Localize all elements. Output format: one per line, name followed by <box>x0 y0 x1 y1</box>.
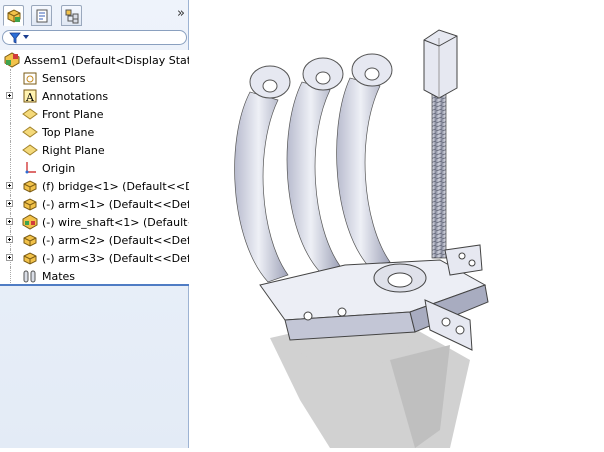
svg-text:A: A <box>25 91 35 104</box>
tree-filter-box[interactable] <box>2 30 187 45</box>
expand-toggle-icon[interactable] <box>6 254 13 261</box>
feature-manager-panel: » Assem1 (Default<Display State Sensors A A… <box>0 0 189 448</box>
tree-item-label: Annotations <box>42 90 109 103</box>
tree-item[interactable]: Right Plane <box>0 141 189 159</box>
chevron-down-icon[interactable] <box>23 35 29 39</box>
tree-item-label: Sensors <box>42 72 86 85</box>
mates-icon <box>23 270 36 283</box>
tree-item[interactable]: (-) arm<2> (Default<<Defa <box>0 231 189 249</box>
tree-item-label: Right Plane <box>42 144 105 157</box>
tree-item[interactable]: (-) arm<1> (Default<<Defa <box>0 195 189 213</box>
tree-divider <box>0 284 189 286</box>
tree-item-label: (-) wire_shaft<1> (Default< <box>42 216 189 229</box>
plane-icon <box>22 144 38 156</box>
tree-connector-line <box>10 267 11 285</box>
part-icon <box>23 234 37 247</box>
tree-item[interactable]: (f) bridge<1> (Default<<De <box>0 177 189 195</box>
tree-connector-line <box>10 105 11 123</box>
property-manager-tab[interactable] <box>31 5 52 26</box>
expand-toggle-icon[interactable] <box>6 218 13 225</box>
tree-item-label: Assem1 (Default<Display State <box>24 54 189 67</box>
tree-item[interactable]: (-) wire_shaft<1> (Default< <box>0 213 189 231</box>
configuration-manager-tab-icon <box>65 9 79 24</box>
tree-item-label: (-) arm<1> (Default<<Defa <box>42 198 189 211</box>
tree-item[interactable]: Sensors <box>0 69 189 87</box>
part-icon <box>23 198 37 211</box>
configuration-manager-tab[interactable] <box>61 5 82 26</box>
tree-connector-line <box>10 141 11 159</box>
arm-component[interactable] <box>286 57 344 273</box>
feature-manager-tab[interactable] <box>3 5 24 26</box>
expand-toggle-icon[interactable] <box>6 182 13 189</box>
tree-connector-line <box>10 69 11 87</box>
arm-component[interactable] <box>234 65 291 283</box>
assembly-3d-model[interactable] <box>190 0 604 448</box>
arm-component[interactable] <box>336 53 393 269</box>
tree-item-label: Origin <box>42 162 76 175</box>
tree-item-label: Front Plane <box>42 108 104 121</box>
annotation-icon: A <box>23 89 37 104</box>
tree-connector-line <box>10 159 11 177</box>
tree-item[interactable]: Top Plane <box>0 123 189 141</box>
tree-item-label: (f) bridge<1> (Default<<De <box>42 180 189 193</box>
plane-icon <box>22 126 38 138</box>
tree-item[interactable]: (-) arm<3> (Default<<Defa <box>0 249 189 267</box>
plane-icon <box>22 108 38 120</box>
subassembly-icon <box>22 214 38 230</box>
tree-item-label: Top Plane <box>42 126 95 139</box>
graphics-viewport[interactable] <box>190 0 604 448</box>
wire-shaft-component[interactable] <box>423 29 458 259</box>
expand-toggle-icon[interactable] <box>6 200 13 207</box>
origin-icon <box>25 162 36 174</box>
expand-toggle-icon[interactable] <box>6 236 13 243</box>
assembly-icon <box>4 52 20 68</box>
part-icon <box>23 180 37 193</box>
tree-item-label: (-) arm<2> (Default<<Defa <box>42 234 189 247</box>
sensor-icon <box>23 72 37 85</box>
feature-manager-tab-icon <box>7 9 21 23</box>
expand-toggle-icon[interactable] <box>6 92 13 99</box>
tree-item[interactable]: Mates <box>0 267 189 285</box>
tree-item[interactable]: A Annotations <box>0 87 189 105</box>
part-icon <box>23 252 37 265</box>
tree-item[interactable]: Assem1 (Default<Display State <box>0 51 189 69</box>
tree-item[interactable]: Origin <box>0 159 189 177</box>
property-manager-tab-icon <box>36 9 48 23</box>
panel-tab-bar: » <box>0 0 189 28</box>
tree-item[interactable]: Front Plane <box>0 105 189 123</box>
tree-connector-line <box>10 123 11 141</box>
tree-item-label: (-) arm<3> (Default<<Defa <box>42 252 189 265</box>
collapse-panel-button[interactable]: » <box>177 6 185 21</box>
tree-item-label: Mates <box>42 270 76 283</box>
feature-tree: Assem1 (Default<Display State Sensors A Ann… <box>0 50 189 286</box>
funnel-icon <box>9 32 21 44</box>
